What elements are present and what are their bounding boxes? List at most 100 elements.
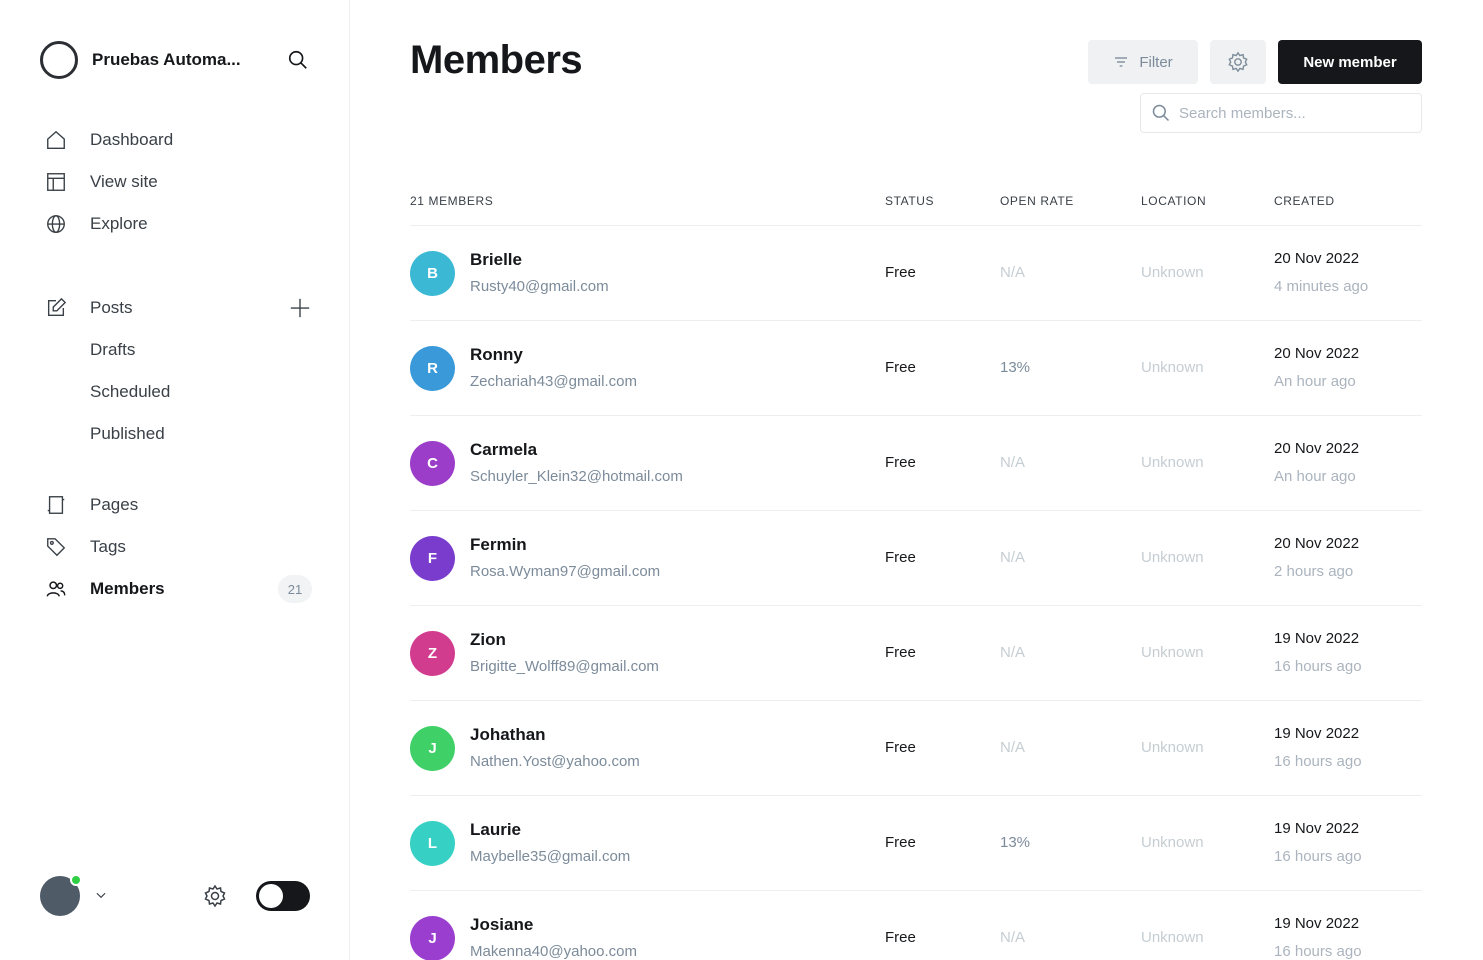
member-created-ago: 16 hours ago [1274,848,1362,865]
avatar[interactable] [40,874,82,916]
member-status: Free [885,264,916,281]
nav-item-published[interactable]: Published [44,413,314,455]
member-open-rate: N/A [1000,454,1026,471]
table-row[interactable]: J Johathan Nathen.Yost@yahoo.com Free N/A Unk… [410,701,1422,796]
search-icon[interactable] [286,48,310,72]
member-status: Free [885,739,916,756]
member-status: Free [885,834,916,851]
new-member-button[interactable]: New member [1278,40,1422,84]
chevron-down-icon[interactable] [92,886,110,904]
nav-item-members[interactable]: Members 21 [44,568,314,610]
member-created-date: 19 Nov 2022 [1274,630,1360,647]
nav-item-explore[interactable]: Explore [44,203,314,245]
member-open-rate: N/A [1000,929,1026,946]
site-header: Pruebas Automa... [40,40,312,80]
site-logo[interactable] [40,41,78,79]
member-avatar: B [410,251,455,296]
member-name: Carmela [470,440,538,459]
table-row[interactable]: F Fermin Rosa.Wyman97@gmail.com Free N/A Unkn… [410,511,1422,606]
header-members[interactable]: 21 MEMBERS [410,194,493,208]
member-location: Unknown [1141,834,1204,851]
members-count-badge: 21 [278,575,312,603]
header-location[interactable]: LOCATION [1141,194,1206,208]
search-icon [1151,103,1171,123]
table-header: 21 MEMBERS STATUS OPEN RATE LOCATION CRE… [410,190,1422,226]
sidebar-footer [40,874,312,918]
member-status: Free [885,549,916,566]
nav-item-drafts[interactable]: Drafts [44,329,314,371]
header-created[interactable]: CREATED [1274,194,1335,208]
member-status: Free [885,454,916,471]
member-created-ago: 16 hours ago [1274,943,1362,960]
member-email: Nathen.Yost@yahoo.com [470,753,640,770]
nav-label-scheduled: Scheduled [90,382,171,401]
plus-icon[interactable] [288,296,312,320]
header-status[interactable]: STATUS [885,194,934,208]
nav-item-posts[interactable]: Posts [44,287,314,329]
toolbar: Filter New member [1088,40,1422,84]
member-location: Unknown [1141,739,1204,756]
settings-button[interactable] [1210,40,1266,84]
member-status: Free [885,929,916,946]
filter-button[interactable]: Filter [1088,40,1198,84]
member-avatar: Z [410,631,455,676]
member-created-date: 19 Nov 2022 [1274,820,1360,837]
site-title[interactable]: Pruebas Automa... [92,50,270,70]
member-status: Free [885,644,916,661]
member-location: Unknown [1141,549,1204,566]
member-avatar: L [410,821,455,866]
member-created-ago: An hour ago [1274,468,1356,485]
table-row[interactable]: L Laurie Maybelle35@gmail.com Free 13% Unknow… [410,796,1422,891]
nav-label-dashboard: Dashboard [90,130,174,149]
member-avatar: J [410,916,455,960]
member-email: Makenna40@yahoo.com [470,943,637,960]
member-created-ago: An hour ago [1274,373,1356,390]
nav-item-view-site[interactable]: View site [44,161,314,203]
member-created-date: 20 Nov 2022 [1274,535,1360,552]
member-location: Unknown [1141,644,1204,661]
table-row[interactable]: J Josiane Makenna40@yahoo.com Free N/A Unknow… [410,891,1422,960]
member-name: Josiane [470,915,534,934]
member-name: Johathan [470,725,546,744]
nav-item-tags[interactable]: Tags [44,526,314,568]
search-box [1140,93,1422,133]
member-created-date: 20 Nov 2022 [1274,440,1360,457]
member-avatar: J [410,726,455,771]
member-name: Zion [470,630,506,649]
header-open-rate[interactable]: OPEN RATE [1000,194,1074,208]
nav-label-drafts: Drafts [90,340,136,359]
member-name: Ronny [470,345,523,364]
search-input[interactable] [1179,104,1409,122]
member-email: Rusty40@gmail.com [470,278,609,295]
main-nav: Dashboard View site Explore [44,119,314,245]
member-name: Laurie [470,820,522,839]
member-open-rate: N/A [1000,549,1026,566]
nav-item-scheduled[interactable]: Scheduled [44,371,314,413]
dark-mode-toggle[interactable] [256,881,310,911]
member-created-ago: 4 minutes ago [1274,278,1369,295]
member-created-date: 19 Nov 2022 [1274,725,1360,742]
member-email: Rosa.Wyman97@gmail.com [470,563,661,580]
users-icon [44,577,68,601]
nav-item-pages[interactable]: Pages [44,484,314,526]
globe-icon [44,212,68,236]
nav-label-members: Members [90,579,165,598]
gear-icon[interactable] [202,883,228,909]
sidebar: Pruebas Automa... Dashboard View site Ex… [0,0,350,960]
page-title: Members [410,38,583,82]
filter-icon [1113,54,1129,70]
home-icon [44,128,68,152]
member-location: Unknown [1141,929,1204,946]
table-row[interactable]: C Carmela Schuyler_Klein32@hotmail.com Free… [410,416,1422,511]
table-row[interactable]: B Brielle Rusty40@gmail.com Free N/A Unknown 2… [410,226,1422,321]
nav-item-dashboard[interactable]: Dashboard [44,119,314,161]
member-location: Unknown [1141,359,1204,376]
table-row[interactable]: R Ronny Zechariah43@gmail.com Free 13% Unknow… [410,321,1422,416]
member-created-date: 19 Nov 2022 [1274,915,1360,932]
member-created-ago: 16 hours ago [1274,753,1362,770]
member-open-rate: 13% [1000,359,1031,376]
table-row[interactable]: Z Zion Brigitte_Wolff89@gmail.com Free N/A Un… [410,606,1422,701]
layout-icon [44,170,68,194]
member-avatar: R [410,346,455,391]
member-location: Unknown [1141,454,1204,471]
